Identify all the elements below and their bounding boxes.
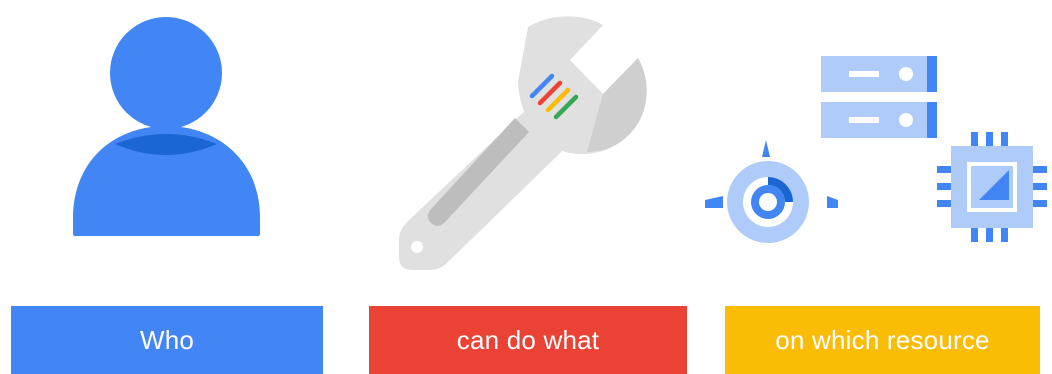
cloud-resources-icon [705, 56, 1047, 243]
panel-can-do-what: can do what [355, 0, 695, 374]
who-label: Who [11, 306, 323, 374]
person-icon [73, 17, 260, 236]
can-do-what-label: can do what [369, 306, 687, 374]
panel-who: Who [0, 0, 340, 374]
chip-icon [937, 132, 1047, 242]
server-icon [821, 56, 937, 138]
on-which-resource-label: on which resource [725, 306, 1040, 374]
panel-on-which-resource: on which resource [705, 0, 1052, 374]
compute-engine-icon [705, 140, 838, 243]
wrench-icon [399, 16, 647, 270]
